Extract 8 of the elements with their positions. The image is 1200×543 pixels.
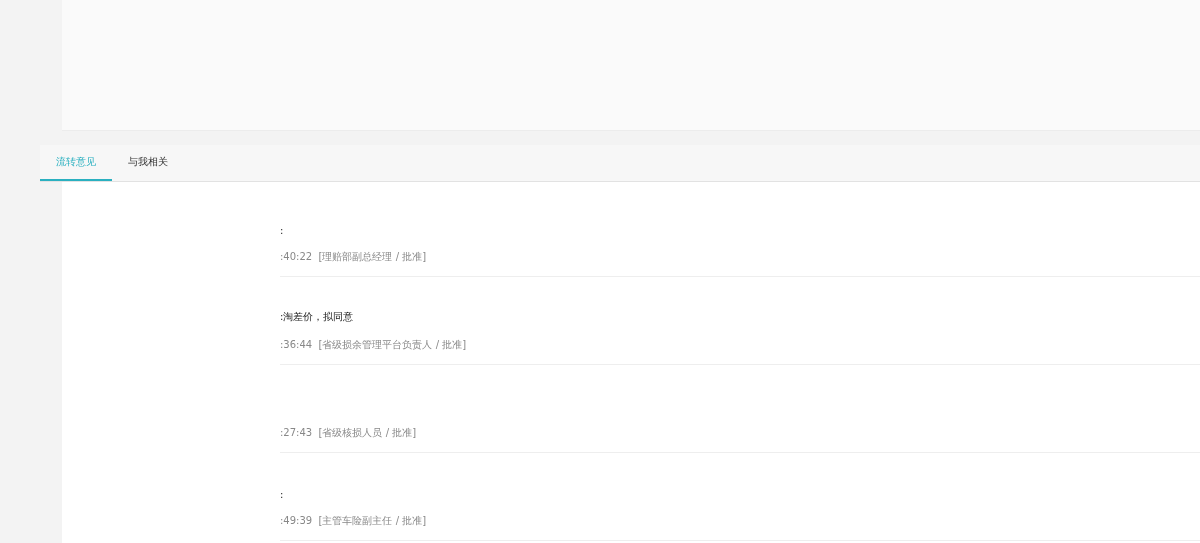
comment-text: : [280, 489, 285, 500]
comment-text: : [280, 225, 285, 236]
tab[interactable]: 与我相关 [112, 145, 184, 181]
approval-info: :40:22 [理赔部副总经理 / 批准] [280, 250, 428, 264]
approval-info: :49:39 [主管车险副主任 / 批准] [280, 514, 428, 528]
approval-info: :27:43 [省级核损人员 / 批准] [280, 426, 418, 440]
approval-info: :36:44 [省级损余管理平台负责人 / 批准] [280, 338, 468, 352]
comment-text: :淘差价，拟同意 [280, 310, 355, 324]
